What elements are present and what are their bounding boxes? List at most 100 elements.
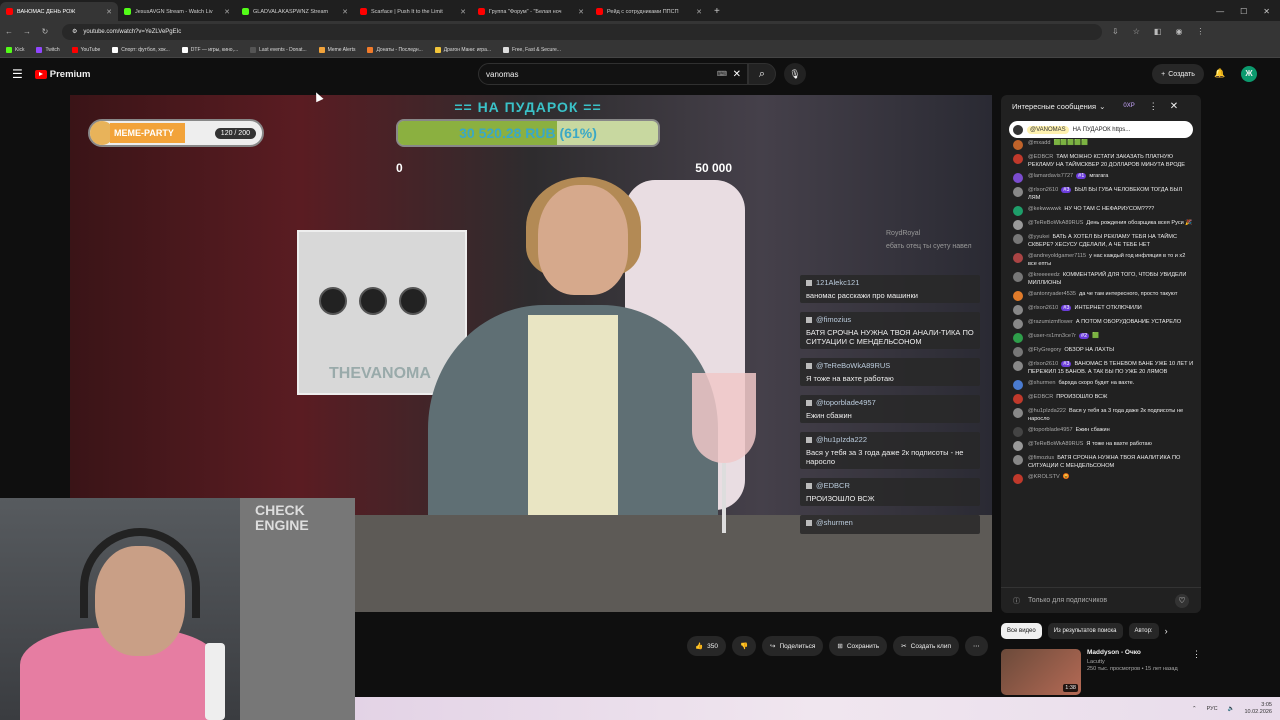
install-icon[interactable]: ⇩ <box>1112 27 1119 36</box>
chat-avatar[interactable] <box>1013 272 1023 282</box>
chat-username[interactable]: @razumizmflower <box>1028 319 1073 325</box>
video-title[interactable]: Maddyson - Очко <box>1087 649 1186 656</box>
chat-avatar[interactable] <box>1013 220 1023 230</box>
chat-username[interactable]: @shurmen <box>1028 380 1055 386</box>
bookmark-item[interactable]: Twitch <box>36 46 60 53</box>
close-tab-icon[interactable]: ✕ <box>106 8 112 16</box>
chat-username[interactable]: @mxadd <box>1028 140 1050 146</box>
chat-message[interactable]: @hu1pIzda222 Вася у тебя за 3 года даже 2… <box>1013 408 1195 423</box>
bookmark-item[interactable]: Free, Fast & Secure... <box>503 46 561 53</box>
search-button[interactable]: ⌕ <box>748 63 776 85</box>
close-tab-icon[interactable]: ✕ <box>696 8 702 16</box>
chat-username[interactable]: @KROLSTV <box>1028 474 1060 480</box>
chat-message[interactable]: @rlxon2610 #3 ВАНОМАС В ТЕНЕВОМ БАНЕ УЖЕ 1… <box>1013 361 1195 376</box>
bookmark-item[interactable]: Спорт: футбол, хок... <box>112 46 170 53</box>
forward-icon[interactable]: → <box>18 27 36 36</box>
chat-message[interactable]: @user-rs1mn3ce7r #2 🟩 <box>1013 333 1195 343</box>
browser-tab[interactable]: Группа "Форум" - "Белая ноч ✕ <box>472 2 590 21</box>
chat-avatar[interactable] <box>1013 333 1023 343</box>
filter-chip[interactable]: Автор: <box>1128 623 1159 639</box>
video-thumbnail[interactable]: 1:38 <box>1001 649 1081 695</box>
maximize-icon[interactable]: ☐ <box>1240 2 1247 21</box>
chat-username[interactable]: @kreeeeedz <box>1028 272 1060 278</box>
chat-avatar[interactable] <box>1013 408 1023 418</box>
chat-message[interactable]: @yyukei БАТЬ А ХОТЕЛ БЫ РЕКЛАМУ ТЕБЯ НА Т… <box>1013 234 1195 249</box>
chat-avatar[interactable] <box>1013 474 1023 484</box>
pinned-message[interactable]: @VANOMAS НА ПУДАРОК https... <box>1009 121 1193 138</box>
filter-chip[interactable]: Из результатов поиска <box>1047 623 1123 639</box>
voice-search-button[interactable]: 🎙 <box>784 63 806 85</box>
info-icon[interactable]: ⓘ <box>1013 596 1020 606</box>
chat-message[interactable]: @antonryader4535 да че там интересного, п… <box>1013 291 1195 301</box>
chat-avatar[interactable] <box>1013 187 1023 197</box>
site-info-icon[interactable]: ⚙ <box>72 28 77 35</box>
chat-message[interactable]: @fimozius БАТЯ СРОЧНА НУЖНА ТВОЯ АНАЛИТИК… <box>1013 455 1195 470</box>
chat-avatar[interactable] <box>1013 347 1023 357</box>
chat-avatar[interactable] <box>1013 319 1023 329</box>
minimize-icon[interactable]: — <box>1216 2 1224 21</box>
more-options-icon[interactable]: ⋮ <box>1149 101 1158 112</box>
close-tab-icon[interactable]: ✕ <box>342 8 348 16</box>
like-button[interactable]: 👍 350 <box>687 636 726 656</box>
chat-username[interactable]: @kekwwwwk <box>1028 206 1061 212</box>
profile-icon[interactable]: ◉ <box>1175 27 1182 36</box>
chat-message[interactable]: @TeReBoWkA89RUS Я тоже на вахте работаю <box>1013 441 1195 451</box>
speaker-icon[interactable]: 🔈 <box>1228 706 1235 712</box>
chat-message[interactable]: @TeReBoWkA89RUS День рождения обозрщика в… <box>1013 220 1195 230</box>
close-tab-icon[interactable]: ✕ <box>224 8 230 16</box>
back-icon[interactable]: ← <box>0 27 18 36</box>
system-clock[interactable]: 3:05 10.02.2026 <box>1244 702 1272 716</box>
chat-message[interactable]: @EDBCR ПРОИЗОШЛО ВСЖ <box>1013 394 1195 404</box>
chat-avatar[interactable] <box>1013 253 1023 263</box>
more-actions-button[interactable]: ⋯ <box>965 636 988 656</box>
browser-tab[interactable]: Рейд с сотрудниками ППСП ✕ <box>590 2 708 21</box>
chat-message[interactable]: @lamardavis7727 #1 мгагага <box>1013 173 1195 183</box>
channel-name[interactable]: Lacutty <box>1087 659 1186 665</box>
close-tab-icon[interactable]: ✕ <box>460 8 466 16</box>
heart-icon[interactable]: ♡ <box>1175 593 1189 608</box>
chat-avatar[interactable] <box>1013 380 1023 390</box>
chat-message[interactable]: @razumizmflower А ПОТОМ ОБОРУДОВАНИЕ УСТА… <box>1013 319 1195 329</box>
chat-username[interactable]: @andreyoldgamer7115 <box>1028 253 1086 259</box>
bookmark-item[interactable]: DTF — игры, кино,... <box>181 46 238 53</box>
chat-username[interactable]: @yyukei <box>1028 234 1050 240</box>
more-options-icon[interactable]: ⋮ <box>1192 649 1201 695</box>
close-icon[interactable]: ✕ <box>1170 101 1178 112</box>
chat-username[interactable]: @toporblade4957 <box>1028 427 1073 433</box>
url-field[interactable]: ⚙ youtube.com/watch?v=YeZLVePgEIc <box>62 23 1102 40</box>
chat-username[interactable]: @EDBCR <box>1028 154 1053 160</box>
chat-avatar[interactable] <box>1013 173 1023 183</box>
chat-avatar[interactable] <box>1013 394 1023 404</box>
chat-message[interactable]: @kreeeeedz КОММЕНТАРИЙ ДЛЯ ТОГО, ЧТОБЫ УВ… <box>1013 272 1195 287</box>
chat-avatar[interactable] <box>1013 305 1023 315</box>
chat-message[interactable]: @EDBCR ТАМ МОЖНО КСТАТИ ЗАКАЗАТЬ ПЛАТНУЮ … <box>1013 154 1195 169</box>
chat-avatar[interactable] <box>1013 427 1023 437</box>
chat-username[interactable]: @rlxon2610 <box>1028 187 1058 193</box>
chat-avatar[interactable] <box>1013 206 1023 216</box>
bookmark-item[interactable]: YouTube <box>71 46 100 53</box>
filter-chip[interactable]: Все видео <box>1001 623 1042 639</box>
hamburger-menu-icon[interactable]: ☰ <box>12 67 23 81</box>
chevron-right-icon[interactable]: › <box>1165 626 1168 636</box>
language-indicator[interactable]: РУС <box>1207 706 1218 712</box>
chat-message[interactable]: @kekwwwwk НУ ЧО ТАМ С НЕФАРИУСОМ???? <box>1013 206 1195 216</box>
chat-username[interactable]: @lamardavis7727 <box>1028 173 1073 179</box>
chat-username[interactable]: @FlyGregory <box>1028 347 1061 353</box>
chat-avatar[interactable] <box>1013 441 1023 451</box>
chat-avatar[interactable] <box>1013 154 1023 164</box>
chat-username[interactable]: @TeReBoWkA89RUS <box>1028 220 1083 226</box>
reload-icon[interactable]: ↻ <box>36 27 54 36</box>
chat-username[interactable]: @hu1pIzda222 <box>1028 408 1066 414</box>
chat-message[interactable]: @mxadd 🟩🟩🟩🟩🟩 <box>1013 140 1195 150</box>
chat-message[interactable]: @rlxon2610 #3 БЫЛ БЫ ГУБА ЧЕЛОВЕКОМ ТОГДА … <box>1013 187 1195 202</box>
notifications-bell-icon[interactable]: 🔔 <box>1214 68 1225 79</box>
keyboard-icon[interactable]: ⌨ <box>717 70 727 78</box>
chat-message[interactable]: @shurmen бархда скоро будет на вахте. <box>1013 380 1195 390</box>
extensions-icon[interactable]: ◧ <box>1154 27 1162 36</box>
browser-tab[interactable]: Scarface | Push It to the Limit ✕ <box>354 2 472 21</box>
xp-badge[interactable]: 0XP <box>1123 103 1134 109</box>
avatar[interactable]: Ж <box>1241 66 1257 82</box>
chat-username[interactable]: @TeReBoWkA89RUS <box>1028 441 1083 447</box>
clear-search-icon[interactable]: ✕ <box>733 69 741 80</box>
chat-username[interactable]: @rlxon2610 <box>1028 305 1058 311</box>
